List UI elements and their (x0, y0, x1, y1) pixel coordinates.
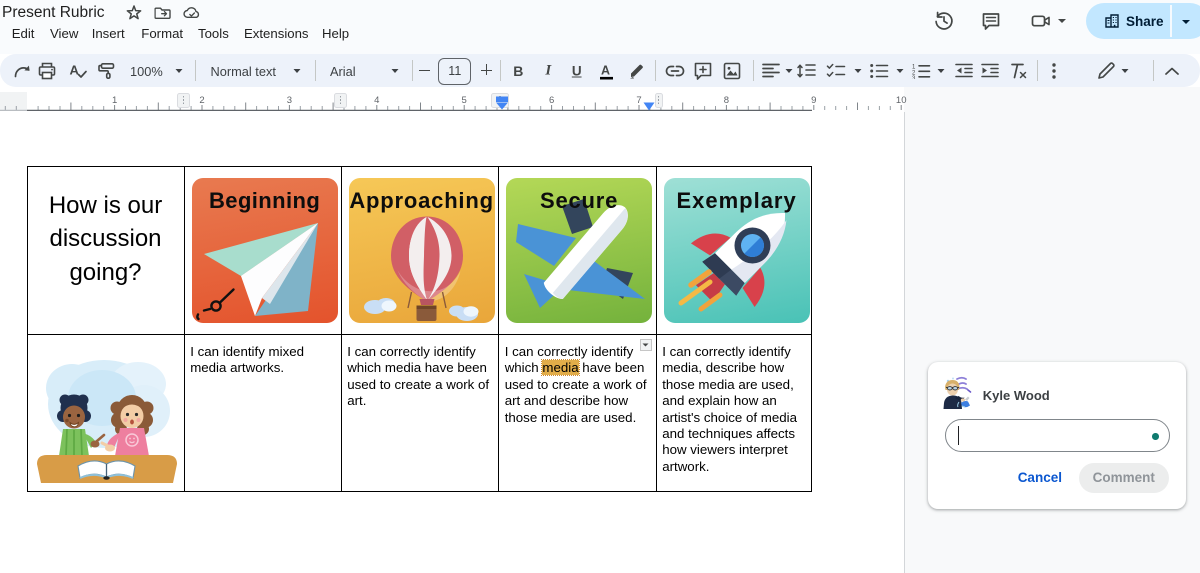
svg-text:5: 5 (462, 95, 467, 106)
svg-text:8: 8 (724, 95, 729, 106)
svg-text:1: 1 (112, 95, 117, 106)
svg-text:2: 2 (199, 95, 204, 106)
svg-text:3: 3 (287, 95, 292, 106)
svg-text:10: 10 (896, 95, 907, 106)
svg-text:4: 4 (374, 95, 379, 106)
svg-text:7: 7 (636, 95, 641, 106)
svg-text:9: 9 (811, 95, 816, 106)
svg-text:6: 6 (549, 95, 554, 106)
